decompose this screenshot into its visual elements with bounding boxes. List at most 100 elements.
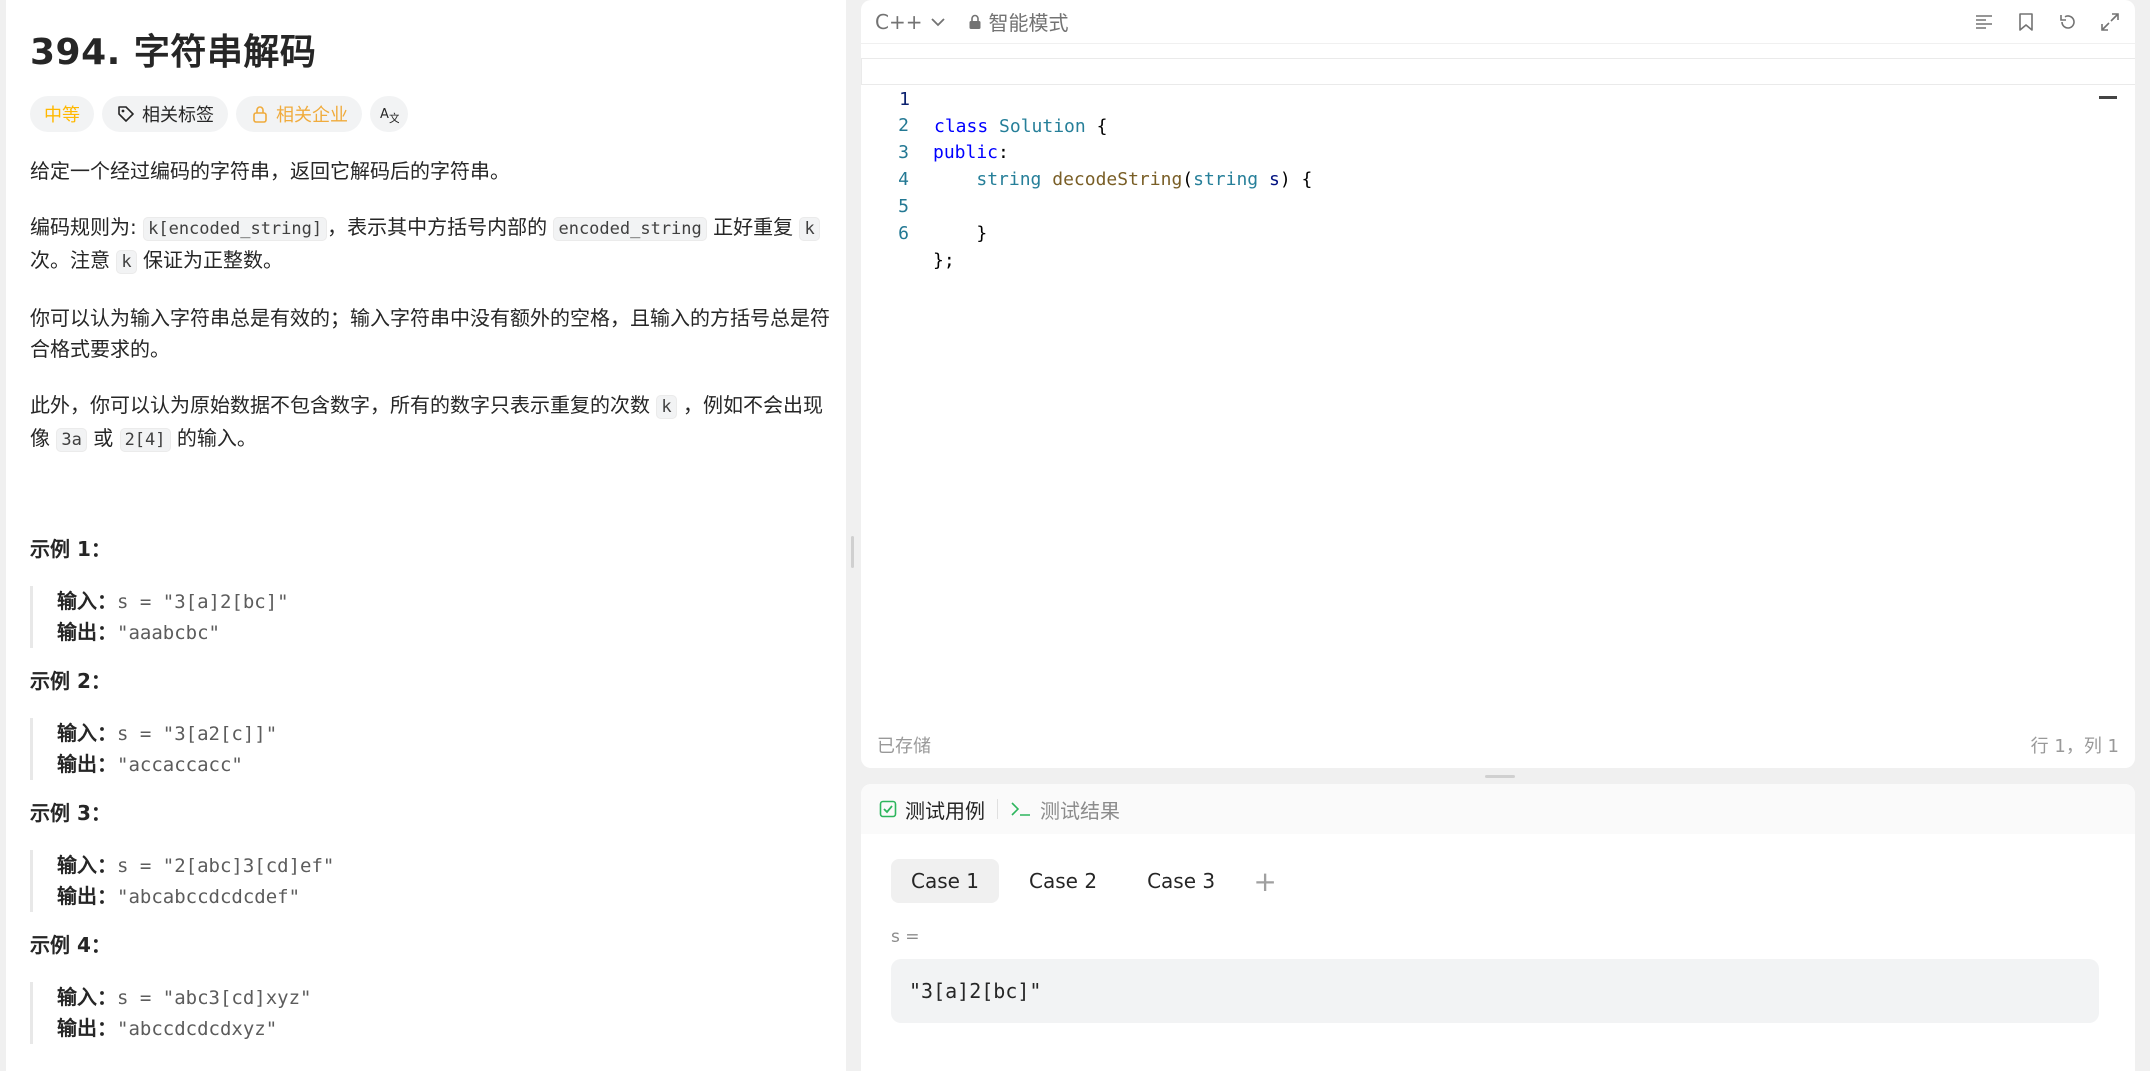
desc-paragraph-4: 此外，你可以认为原始数据不包含数字，所有的数字只表示重复的次数 k ，例如不会出…: [30, 393, 823, 452]
inline-code: k: [116, 250, 137, 274]
code-line[interactable]: 6 };: [861, 193, 2135, 271]
example-output: "abcabccdcdcdef": [117, 886, 301, 908]
example-block: 输入：s = "abc3[cd]xyz" 输出："abccdcdcdxyz": [30, 982, 846, 1044]
code-line[interactable]: 3 string decodeString(string s) {: [861, 112, 2135, 190]
code-line[interactable]: 1 class Solution {: [861, 58, 2135, 137]
mode-label: 智能模式: [988, 11, 1069, 35]
desc-paragraph-3: 你可以认为输入字符串总是有效的；输入字符串中没有额外的空格，且输入的方括号总是符…: [30, 306, 830, 361]
case-selector: Case 1 Case 2 Case 3 +: [861, 859, 2135, 903]
example-heading: 示例 4：: [30, 933, 111, 957]
testcase-input[interactable]: "3[a]2[bc]": [891, 959, 2099, 1023]
code-text: };: [933, 250, 955, 271]
tab-divider: [997, 799, 998, 819]
vertical-resize-handle[interactable]: [851, 536, 854, 568]
input-label: 输入：: [57, 985, 117, 1009]
inline-code: encoded_string: [553, 217, 707, 241]
tab-testcases[interactable]: 测试用例: [879, 795, 985, 824]
editor-toolbar-actions: [1973, 11, 2121, 33]
inline-code: 3a: [56, 428, 87, 452]
related-companies-label: 相关企业: [276, 105, 348, 126]
difficulty-label: 中等: [44, 105, 80, 126]
checkbox-icon: [879, 800, 897, 818]
editor-toolbar: C++ 智能模式: [861, 0, 2135, 44]
output-label: 输出：: [57, 620, 117, 644]
tag-row: 中等 相关标签 相关企业 A文: [30, 96, 846, 134]
case-tab-3[interactable]: Case 3: [1127, 859, 1235, 903]
inline-code: k: [656, 395, 677, 419]
tag-icon: [116, 104, 136, 124]
terminal-icon: [1010, 800, 1032, 818]
example-input: s = "abc3[cd]xyz": [117, 987, 312, 1009]
example-input: s = "2[abc]3[cd]ef": [117, 855, 335, 877]
editor-status-bar: 已存储 行 1，列 1: [861, 722, 2135, 768]
code-editor-panel: C++ 智能模式 1 class Solution {2 public: 3 …: [861, 0, 2135, 768]
inline-code: k[encoded_string]: [143, 217, 328, 241]
output-label: 输出：: [57, 884, 117, 908]
example-heading: 示例 3：: [30, 801, 111, 825]
problem-description: 给定一个经过编码的字符串，返回它解码后的字符串。 编码规则为: k[encode…: [30, 156, 830, 456]
output-label: 输出：: [57, 1016, 117, 1040]
example-block: 输入：s = "3[a]2[bc]" 输出："aaabcbc": [30, 586, 846, 648]
tab-testcases-label: 测试用例: [905, 798, 985, 823]
desc-paragraph-1: 给定一个经过编码的字符串，返回它解码后的字符串。: [30, 159, 510, 183]
code-text: }: [933, 223, 988, 244]
smart-mode-toggle[interactable]: 智能模式: [968, 7, 1068, 36]
problem-title: 394. 字符串解码: [30, 32, 317, 73]
example-3: 示例 3： 输入：s = "2[abc]3[cd]ef" 输出："abcabcc…: [30, 798, 846, 912]
cursor-position: 行 1，列 1: [2030, 736, 2119, 757]
lock-icon: [968, 14, 982, 30]
horizontal-resize-handle[interactable]: [1485, 775, 1515, 778]
page-scrollbar[interactable]: [2135, 0, 2150, 1071]
example-block: 输入：s = "3[a2[c]]" 输出："accaccacc": [30, 718, 846, 780]
save-status: 已存储: [877, 736, 931, 757]
example-output: "abccdcdcdxyz": [117, 1018, 278, 1040]
code-line[interactable]: 4: [861, 139, 2135, 190]
tab-test-results-label: 测试结果: [1040, 798, 1120, 823]
format-icon[interactable]: [1973, 11, 1995, 33]
example-heading: 示例 1：: [30, 537, 111, 561]
translate-icon: A文: [379, 104, 399, 124]
input-label: 输入：: [57, 721, 117, 745]
example-heading: 示例 2：: [30, 669, 111, 693]
related-tags-button[interactable]: 相关标签: [102, 96, 228, 132]
variable-label: s =: [891, 927, 920, 947]
example-output: "accaccacc": [117, 754, 243, 776]
svg-text:A: A: [380, 107, 389, 122]
language-label: C++: [875, 9, 923, 34]
input-label: 输入：: [57, 589, 117, 613]
tab-test-results[interactable]: 测试结果: [1010, 795, 1120, 824]
code-line[interactable]: 2 public:: [861, 85, 2135, 163]
example-output: "aaabcbc": [117, 622, 220, 644]
example-input: s = "3[a2[c]]": [117, 723, 278, 745]
case-tab-2[interactable]: Case 2: [1009, 859, 1117, 903]
examples-section: 示例 1： 输入：s = "3[a]2[bc]" 输出："aaabcbc" 示例…: [30, 534, 846, 1044]
code-line[interactable]: 5 }: [861, 166, 2135, 244]
chevron-down-icon: [930, 17, 946, 27]
translate-button[interactable]: A文: [370, 96, 408, 132]
lock-icon: [250, 104, 270, 124]
example-2: 示例 2： 输入：s = "3[a2[c]]" 输出："accaccacc": [30, 666, 846, 780]
test-panel: 测试用例 测试结果 Case 1 Case 2 Case 3 + s = "3[…: [861, 784, 2135, 1071]
example-1: 示例 1： 输入：s = "3[a]2[bc]" 输出："aaabcbc": [30, 534, 846, 648]
code-editor[interactable]: 1 class Solution { 2 public: 3 string de…: [861, 44, 2135, 724]
example-input: s = "3[a]2[bc]": [117, 591, 289, 613]
problem-description-panel: 394. 字符串解码 中等 相关标签 相关企业 A文 给定一个经过编码的字符串，…: [6, 0, 846, 1071]
output-label: 输出：: [57, 752, 117, 776]
difficulty-badge: 中等: [30, 96, 94, 132]
example-4: 示例 4： 输入：s = "abc3[cd]xyz" 输出："abccdcdcd…: [30, 930, 846, 1044]
language-select[interactable]: C++: [875, 10, 946, 34]
reset-icon[interactable]: [2057, 11, 2079, 33]
svg-text:文: 文: [389, 111, 399, 124]
related-companies-button[interactable]: 相关企业: [236, 96, 362, 132]
add-case-button[interactable]: +: [1245, 865, 1285, 898]
case-tab-1[interactable]: Case 1: [891, 859, 1000, 903]
example-block: 输入：s = "2[abc]3[cd]ef" 输出："abcabccdcdcde…: [30, 850, 846, 912]
expand-icon[interactable]: [2099, 11, 2121, 33]
desc-paragraph-2: 编码规则为: k[encoded_string] ，表示其中方括号内部的 enco…: [30, 212, 830, 278]
line-number: 6: [898, 223, 909, 244]
input-label: 输入：: [57, 853, 117, 877]
test-tabs: 测试用例 测试结果: [861, 784, 2135, 834]
inline-code: 2[4]: [119, 428, 171, 452]
bookmark-icon[interactable]: [2015, 11, 2037, 33]
inline-code: k: [799, 217, 820, 241]
